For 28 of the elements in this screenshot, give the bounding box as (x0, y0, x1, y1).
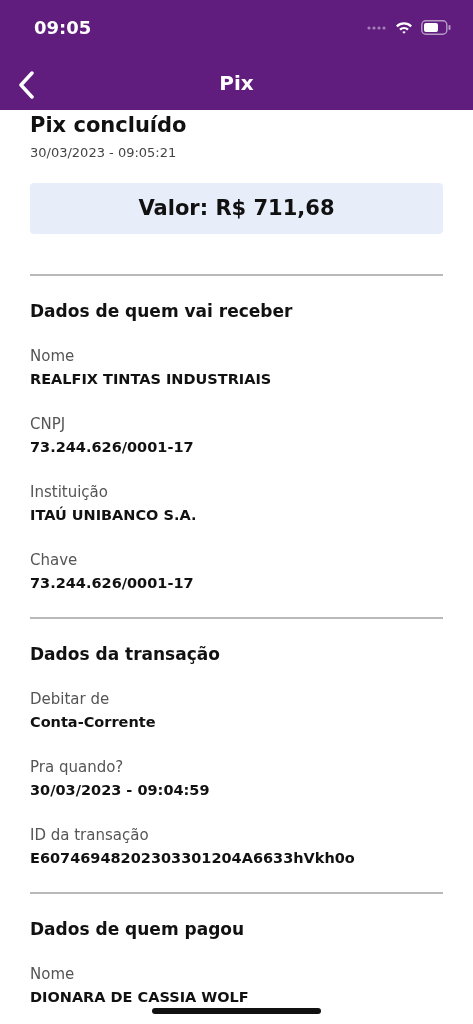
field-label: Nome (30, 964, 76, 985)
field-label: Instituição (30, 482, 109, 503)
field-value: DIONARA DE CASSIA WOLF (30, 988, 250, 1007)
field-value: Conta-Corrente (30, 713, 157, 732)
receipt-datetime: 30/03/2023 - 09:05:21 (30, 144, 178, 162)
amount-text: Valor: R$ 711,68 (138, 194, 335, 222)
battery-icon (421, 20, 451, 35)
field-value: 30/03/2023 - 09:04:59 (30, 781, 211, 800)
receipt-title: Pix concluído (30, 112, 188, 139)
field-value: ITAÚ UNIBANCO S.A. (30, 505, 198, 525)
field-label: Pra quando? (30, 757, 125, 778)
screen-title: Pix (219, 69, 254, 97)
field-label: Chave (30, 550, 79, 571)
wifi-icon (395, 21, 413, 34)
field-value: 73.244.626/0001-17 (30, 574, 195, 593)
field-label: ID da transação (30, 825, 150, 846)
section-heading: Dados de quem vai receber (30, 300, 294, 323)
field-value: E60746948202303301204A6633hVkh0o (30, 849, 356, 868)
status-time: 09:05 (34, 16, 92, 40)
field-value: REALFIX TINTAS INDUSTRIAIS (30, 370, 273, 389)
section-heading: Dados da transação (30, 643, 221, 666)
field-label: Debitar de (30, 689, 111, 710)
field-value: 73.244.626/0001-17 (30, 438, 195, 457)
section-heading: Dados de quem pagou (30, 918, 246, 941)
field-label: Nome (30, 346, 76, 367)
field-label: CNPJ (30, 414, 67, 435)
back-icon (18, 71, 34, 99)
signal-icon (367, 25, 387, 30)
